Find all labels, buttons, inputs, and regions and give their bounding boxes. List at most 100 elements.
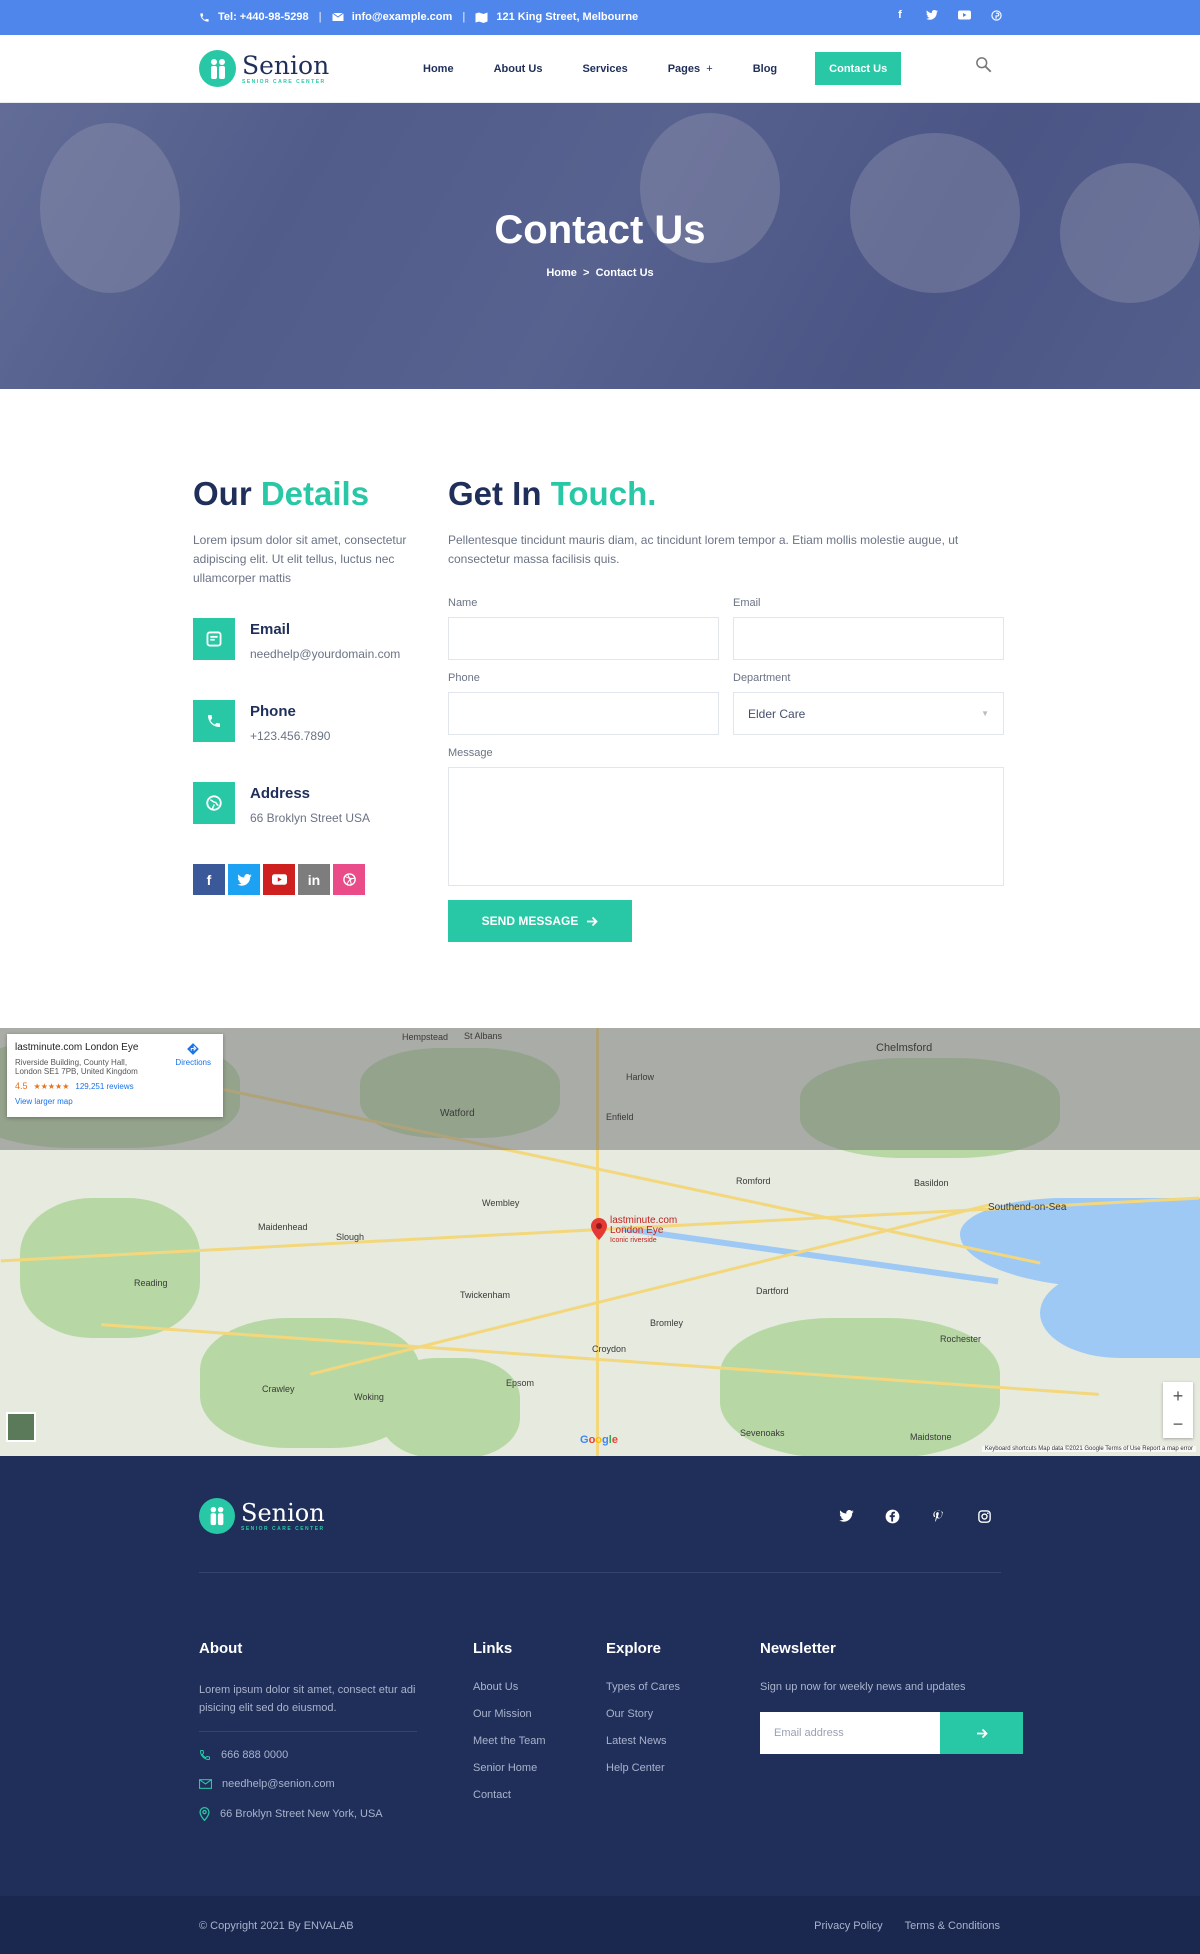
top-phone[interactable]: Tel: +440-98-5298	[199, 11, 309, 23]
footer-logo[interactable]: Senion SENIOR CARE CENTER	[199, 1498, 325, 1534]
zoom-in-button[interactable]: +	[1173, 1386, 1184, 1407]
name-field[interactable]	[448, 617, 719, 660]
terms-link[interactable]: Terms & Conditions	[905, 1920, 1000, 1932]
pin-label: lastminute.com London Eye Iconic riversi…	[610, 1216, 677, 1246]
newsletter-submit-button[interactable]	[940, 1712, 1023, 1754]
form-heading-a: Get In	[448, 475, 542, 512]
facebook-icon[interactable]	[882, 1506, 902, 1526]
message-textarea[interactable]	[448, 767, 1004, 886]
site-header: Senion SENIOR CARE CENTER Home About Us …	[0, 35, 1200, 103]
zoom-out-button[interactable]: −	[1173, 1414, 1184, 1435]
arrow-right-icon	[587, 916, 599, 926]
contact-phone-value[interactable]: +123.456.7890	[250, 729, 330, 743]
twitter-icon[interactable]	[228, 864, 260, 895]
twitter-icon[interactable]	[836, 1506, 856, 1526]
map-place: Wembley	[482, 1198, 520, 1208]
newsletter-email-input[interactable]: Email address	[760, 1712, 940, 1754]
view-larger-map-link[interactable]: View larger map	[15, 1097, 215, 1106]
footer-phone-text: 666 888 0000	[221, 1749, 289, 1761]
breadcrumb: Home > Contact Us	[0, 267, 1200, 279]
facebook-icon[interactable]: f	[893, 8, 907, 22]
breadcrumb-home[interactable]: Home	[546, 267, 577, 279]
map-place: Slough	[336, 1232, 365, 1242]
instagram-icon[interactable]	[974, 1506, 994, 1526]
top-email[interactable]: info@example.com	[331, 11, 453, 23]
footer-link[interactable]: Meet the Team	[473, 1735, 546, 1747]
phone-label: Phone	[448, 672, 480, 684]
footer-phone[interactable]: 666 888 0000	[199, 1749, 419, 1761]
map-zoom-controls: + −	[1163, 1382, 1193, 1438]
details-section: Our Details Lorem ipsum dolor sit amet, …	[193, 475, 433, 895]
footer-explore-link[interactable]: Help Center	[606, 1762, 680, 1774]
map-place: Epsom	[506, 1378, 535, 1388]
nav-contact[interactable]: Contact Us	[815, 52, 902, 85]
send-message-button[interactable]: SEND MESSAGE	[448, 900, 632, 942]
youtube-icon[interactable]	[957, 8, 971, 22]
footer-explore-link[interactable]: Latest News	[606, 1735, 680, 1747]
footer-bottom-bar: © Copyright 2021 By ENVALAB Privacy Poli…	[0, 1896, 1200, 1954]
map-attribution[interactable]: Keyboard shortcuts Map data ©2021 Google…	[981, 1446, 1196, 1452]
nav-home[interactable]: Home	[403, 52, 474, 85]
youtube-icon[interactable]	[263, 864, 295, 895]
map-place: Woking	[354, 1392, 384, 1402]
top-social-links: f	[893, 8, 1003, 22]
phone-field[interactable]	[448, 692, 719, 735]
footer-divider	[199, 1572, 1001, 1573]
dribbble-icon[interactable]	[333, 864, 365, 895]
pinterest-icon[interactable]	[989, 8, 1003, 22]
footer-email[interactable]: needhelp@senion.com	[199, 1778, 419, 1790]
twitter-icon[interactable]	[925, 8, 939, 22]
arrow-right-icon	[976, 1728, 988, 1738]
embedded-map[interactable]: St Albans Hempstead Chelmsford Harlow Wa…	[0, 1028, 1200, 1456]
top-email-text: info@example.com	[351, 11, 453, 23]
location-pin-icon[interactable]	[591, 1218, 607, 1245]
nav-pages[interactable]: Pages +	[648, 52, 733, 85]
star-rating-icon: ★★★★★	[33, 1081, 70, 1091]
pinterest-icon[interactable]	[928, 1506, 948, 1526]
map-place: Romford	[736, 1176, 771, 1186]
footer-explore-link[interactable]: Types of Cares	[606, 1681, 680, 1693]
linkedin-icon[interactable]: in	[298, 864, 330, 895]
contact-email-value[interactable]: needhelp@yourdomain.com	[250, 647, 400, 661]
map-place: Crawley	[262, 1384, 295, 1394]
contact-address-block: Address 66 Broklyn Street USA	[193, 782, 370, 825]
contact-address-value: 66 Broklyn Street USA	[250, 811, 371, 825]
form-lead: Pellentesque tincidunt mauris diam, ac t…	[448, 533, 959, 566]
nav-services[interactable]: Services	[562, 52, 647, 85]
form-heading: Get In Touch.	[448, 475, 1004, 513]
site-footer: Senion SENIOR CARE CENTER About Lorem ip…	[0, 1456, 1200, 1896]
nav-pages-label: Pages	[667, 62, 701, 75]
top-phone-text: Tel: +440-98-5298	[218, 11, 309, 23]
facebook-icon[interactable]: f	[193, 864, 225, 895]
name-label: Name	[448, 597, 478, 609]
search-icon[interactable]	[975, 56, 995, 76]
map-card-reviews[interactable]: 129,251 reviews	[75, 1082, 133, 1091]
footer-link[interactable]: Our Mission	[473, 1708, 546, 1720]
directions-button[interactable]: Directions	[175, 1042, 211, 1067]
details-lead: Lorem ipsum dolor sit amet, consectetur …	[193, 533, 407, 585]
divider	[199, 1731, 417, 1732]
nav-about[interactable]: About Us	[474, 52, 563, 85]
map-place: Harlow	[626, 1072, 655, 1082]
phone-icon	[199, 1750, 210, 1761]
message-label: Message	[448, 747, 493, 759]
email-field[interactable]	[733, 617, 1004, 660]
details-social-links: f in	[193, 864, 365, 895]
site-logo[interactable]: Senion SENIOR CARE CENTER	[199, 50, 329, 87]
satellite-toggle[interactable]	[6, 1412, 36, 1442]
department-label: Department	[733, 672, 791, 684]
department-select[interactable]: Elder Care ▼	[733, 692, 1004, 735]
footer-link[interactable]: Contact	[473, 1789, 546, 1801]
map-place: St Albans	[464, 1031, 503, 1041]
nav-blog[interactable]: Blog	[733, 52, 797, 85]
footer-newsletter: Newsletter Sign up now for weekly news a…	[760, 1640, 1023, 1754]
mail-icon	[199, 1779, 212, 1789]
mail-icon	[193, 618, 235, 660]
footer-newsletter-text: Sign up now for weekly news and updates	[760, 1681, 966, 1693]
footer-link[interactable]: Senior Home	[473, 1762, 546, 1774]
footer-explore-link[interactable]: Our Story	[606, 1708, 680, 1720]
privacy-policy-link[interactable]: Privacy Policy	[814, 1920, 882, 1932]
map-place: Chelmsford	[876, 1042, 933, 1054]
footer-email-text: needhelp@senion.com	[222, 1778, 335, 1790]
footer-link[interactable]: About Us	[473, 1681, 546, 1693]
